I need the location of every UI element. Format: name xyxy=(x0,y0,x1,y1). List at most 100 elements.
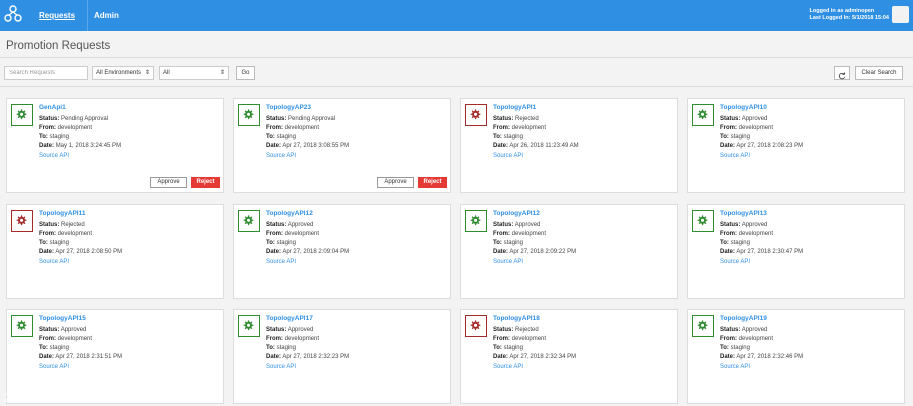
to-label: To: xyxy=(266,240,275,246)
from-value: development xyxy=(511,336,547,342)
gear-icon xyxy=(238,315,260,337)
source-api-link[interactable]: Source API xyxy=(493,259,523,265)
to-label: To: xyxy=(493,345,502,351)
to-label: To: xyxy=(720,240,729,246)
status-label: Status: xyxy=(493,116,514,122)
gear-icon xyxy=(11,315,33,337)
card-status: Status: Approved xyxy=(720,116,767,122)
to-value: staging xyxy=(503,345,523,351)
date-label: Date: xyxy=(39,354,55,360)
source-api-link[interactable]: Source API xyxy=(720,364,750,370)
card-title-link[interactable]: TopologyAPI18 xyxy=(493,315,540,322)
date-label: Date: xyxy=(493,143,509,149)
from-label: From: xyxy=(720,231,737,237)
source-api-link[interactable]: Source API xyxy=(266,259,296,265)
request-card: TopologyAPI12 Status: Approved From: devel… xyxy=(460,204,678,299)
avatar[interactable] xyxy=(892,6,909,23)
gear-icon xyxy=(465,210,487,232)
page-title: Promotion Requests xyxy=(6,40,111,52)
card-title-link[interactable]: TopologyAPI13 xyxy=(720,210,767,217)
from-label: From: xyxy=(39,231,56,237)
reject-button[interactable]: Reject xyxy=(191,177,220,188)
card-from: From: development xyxy=(266,231,319,237)
card-title-link[interactable]: TopologyAPI17 xyxy=(266,315,313,322)
card-to: To: staging xyxy=(39,134,69,140)
nav-requests-label: Requests xyxy=(39,11,76,20)
to-value: staging xyxy=(276,345,296,351)
to-value: staging xyxy=(49,134,69,140)
status-value: Approved xyxy=(287,222,314,228)
from-value: development xyxy=(284,231,320,237)
card-title-link[interactable]: TopologyAPI19 xyxy=(720,315,767,322)
card-status: Status: Approved xyxy=(39,327,86,333)
source-api-link[interactable]: Source API xyxy=(39,259,69,265)
go-button[interactable]: Go xyxy=(236,66,255,80)
source-api-link[interactable]: Source API xyxy=(720,153,750,159)
status-value: Approved xyxy=(287,327,314,333)
card-title-link[interactable]: TopologyAPI11 xyxy=(39,210,85,217)
card-date: Date: May 1, 2018 3:24:45 PM xyxy=(39,143,121,149)
card-title-link[interactable]: TopologyAPI12 xyxy=(493,210,540,217)
request-card: TopologyAPI12 Status: Approved From: devel… xyxy=(233,204,451,299)
source-api-link[interactable]: Source API xyxy=(39,153,69,159)
source-api-link[interactable]: Source API xyxy=(39,364,69,370)
date-label: Date: xyxy=(266,354,282,360)
search-input[interactable] xyxy=(4,66,88,80)
approve-button[interactable]: Approve xyxy=(377,177,414,188)
from-value: development xyxy=(284,336,320,342)
card-title-link[interactable]: GenApi1 xyxy=(39,104,66,111)
approve-button[interactable]: Approve xyxy=(150,177,187,188)
card-title-link[interactable]: TopologyAPI15 xyxy=(39,315,86,322)
nav-admin[interactable]: Admin xyxy=(82,0,131,31)
app-logo-icon[interactable] xyxy=(4,5,22,25)
status-label: Status: xyxy=(720,222,741,228)
date-label: Date: xyxy=(493,249,509,255)
from-value: development xyxy=(57,336,93,342)
last-logged-in: Last Logged In: 5/1/2018 15:04 xyxy=(809,15,889,21)
card-to: To: staging xyxy=(39,240,69,246)
card-date: Date: Apr 26, 2018 11:23:49 AM xyxy=(493,143,579,149)
source-api-link[interactable]: Source API xyxy=(266,153,296,159)
date-value: Apr 27, 2018 3:08:55 PM xyxy=(282,143,350,149)
to-value: staging xyxy=(276,240,296,246)
request-card: TopologyAPI11 Status: Rejected From: devel… xyxy=(6,204,224,299)
refresh-button[interactable] xyxy=(834,66,850,80)
card-from: From: development xyxy=(493,336,546,342)
environment-select[interactable]: All Environments ⇕ xyxy=(92,66,154,80)
status-value: Rejected xyxy=(515,327,539,333)
source-api-link[interactable]: Source API xyxy=(266,364,296,370)
nav-requests[interactable]: Requests xyxy=(27,0,89,31)
card-title-link[interactable]: TopologyAPI10 xyxy=(720,104,767,111)
gear-icon xyxy=(11,210,33,232)
to-label: To: xyxy=(493,134,502,140)
card-date: Date: Apr 27, 2018 2:32:34 PM xyxy=(493,354,576,360)
card-from: From: development xyxy=(720,231,773,237)
divider xyxy=(0,86,913,87)
gear-icon xyxy=(238,210,260,232)
status-select[interactable]: All ⇕ xyxy=(159,66,229,80)
date-value: Apr 27, 2018 2:32:34 PM xyxy=(509,354,577,360)
login-info: Logged in as adminopen Last Logged In: 5… xyxy=(810,8,889,22)
card-to: To: staging xyxy=(720,240,750,246)
status-label: Status: xyxy=(493,327,514,333)
card-title-link[interactable]: TopologyAP23 xyxy=(266,104,311,111)
card-status: Status: Pending Approval xyxy=(266,116,335,122)
from-label: From: xyxy=(266,336,283,342)
reject-button[interactable]: Reject xyxy=(418,177,447,188)
date-value: Apr 27, 2018 2:08:50 PM xyxy=(55,249,123,255)
source-api-link[interactable]: Source API xyxy=(720,259,750,265)
card-from: From: development xyxy=(266,336,319,342)
card-to: To: staging xyxy=(266,345,296,351)
card-title-link[interactable]: TopologyAPI12 xyxy=(266,210,313,217)
from-label: From: xyxy=(493,231,510,237)
to-value: staging xyxy=(730,134,750,140)
status-label: Status: xyxy=(39,116,60,122)
source-api-link[interactable]: Source API xyxy=(493,153,523,159)
source-api-link[interactable]: Source API xyxy=(493,364,523,370)
status-select-value: All xyxy=(163,70,170,76)
date-label: Date: xyxy=(720,249,736,255)
from-value: development xyxy=(738,231,774,237)
clear-search-button[interactable]: Clear Search xyxy=(855,66,903,80)
status-value: Rejected xyxy=(61,222,85,228)
card-title-link[interactable]: TopologyAPI1 xyxy=(493,104,536,111)
